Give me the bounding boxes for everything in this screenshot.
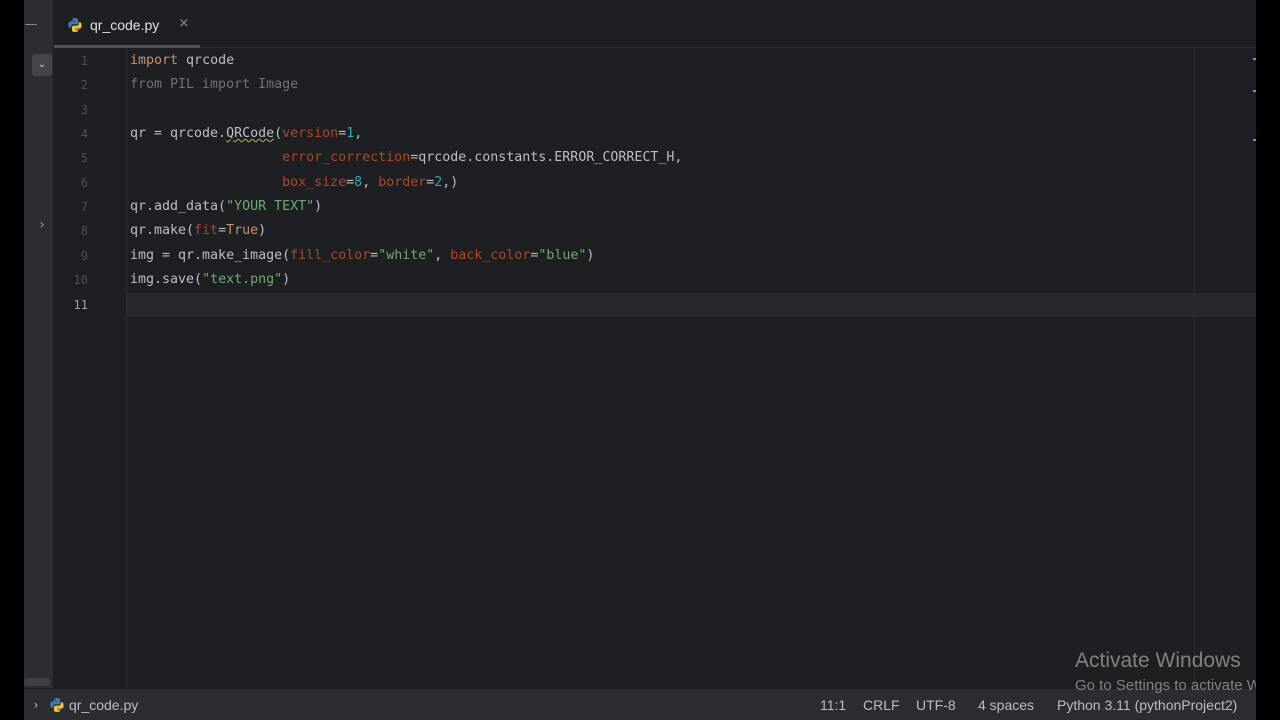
file-encoding[interactable]: UTF-8 xyxy=(916,696,956,714)
code-line[interactable]: 9 img = qr.make_image(fill_color="white",… xyxy=(54,244,1256,268)
code-text: qr.add_data("YOUR TEXT") xyxy=(130,195,322,219)
code-token: "white" xyxy=(378,247,435,263)
minimize-icon[interactable]: — xyxy=(24,18,38,32)
code-line[interactable]: 6 box_size=8, border=2,) xyxy=(54,171,1256,195)
expand-panel-icon[interactable]: › xyxy=(36,216,48,234)
code-token: border xyxy=(378,174,427,190)
code-token: fill_color xyxy=(290,247,371,263)
code-text: qr.make(fit=True) xyxy=(130,219,266,243)
code-token: = xyxy=(338,126,347,142)
code-token: True xyxy=(226,223,259,239)
code-line[interactable]: 8 qr.make(fit=True) xyxy=(54,219,1256,243)
code-token: "blue" xyxy=(538,247,587,263)
code-token: img = qr.make_image( xyxy=(130,247,291,263)
line-number: 3 xyxy=(80,102,88,117)
left-tool-strip xyxy=(24,0,54,688)
code-token: fit xyxy=(194,223,219,239)
code-token: error_correction xyxy=(282,150,411,166)
code-text: img = qr.make_image(fill_color="white", … xyxy=(130,244,594,268)
line-separator[interactable]: CRLF xyxy=(863,696,900,714)
watermark-subtitle: Go to Settings to activate Windows. xyxy=(1075,677,1256,694)
code-token: box_size xyxy=(282,174,347,190)
python-file-icon xyxy=(50,698,64,712)
fold-chevron-icon[interactable]: ⌄ xyxy=(32,54,52,76)
line-number: 6 xyxy=(80,175,88,190)
warning-stripe-marker[interactable] xyxy=(1253,90,1256,92)
code-text: import qrcode xyxy=(130,49,234,73)
code-line[interactable]: 5 error_correction=qrcode.constants.ERRO… xyxy=(54,146,1256,170)
code-token: = xyxy=(218,223,227,239)
code-token: = xyxy=(346,174,355,190)
code-token: 8 xyxy=(354,174,363,190)
line-number: 5 xyxy=(80,151,88,166)
code-text: from PIL import Image xyxy=(130,73,298,97)
activation-watermark: Activate Windows Go to Settings to activ… xyxy=(1075,648,1256,694)
code-token: ) xyxy=(282,272,291,288)
breadcrumb-file[interactable]: qr_code.py xyxy=(69,696,138,714)
code-line[interactable]: 1 import qrcode xyxy=(54,49,1256,73)
indent-setting[interactable]: 4 spaces xyxy=(978,696,1034,714)
editor-tab-bar: qr_code.py × ⋮ xyxy=(54,0,1256,48)
code-token: qrcode xyxy=(178,53,235,68)
line-number: 8 xyxy=(80,224,88,239)
close-icon[interactable]: × xyxy=(178,16,190,32)
code-line[interactable]: 7 qr.add_data("YOUR TEXT") xyxy=(54,195,1256,219)
warning-stripe-marker[interactable] xyxy=(1253,139,1256,141)
caret-position[interactable]: 11:1 xyxy=(820,696,846,714)
line-number: 11 xyxy=(73,297,88,312)
code-token: from PIL import Image xyxy=(130,77,299,93)
code-token: img.save( xyxy=(130,272,203,288)
line-number: 9 xyxy=(80,248,88,263)
line-number: 4 xyxy=(80,127,88,142)
python-file-icon xyxy=(68,18,82,32)
code-line[interactable]: 4 qr = qrcode.QRCode(version=1, xyxy=(54,122,1256,146)
code-token: ) xyxy=(586,247,595,263)
warning-stripe-marker[interactable] xyxy=(1253,58,1256,60)
code-text: box_size=8, border=2,) xyxy=(130,171,458,195)
code-text: error_correction=qrcode.constants.ERROR_… xyxy=(130,146,682,170)
code-line[interactable]: 10 img.save("text.png") xyxy=(54,268,1256,292)
code-token: , xyxy=(434,247,451,263)
python-interpreter[interactable]: Python 3.11 (pythonProject2) xyxy=(1057,696,1256,714)
code-line[interactable]: 11 xyxy=(54,293,1256,317)
code-text: img.save("text.png") xyxy=(130,268,290,292)
horizontal-scrollbar[interactable] xyxy=(24,678,50,686)
code-token: qr.make( xyxy=(130,223,195,239)
code-token: , xyxy=(362,174,379,190)
code-token: = xyxy=(370,247,379,263)
code-token: ,) xyxy=(442,174,459,190)
code-token: ( xyxy=(274,126,283,142)
tab-label: qr_code.py xyxy=(90,17,160,33)
line-number: 2 xyxy=(80,78,88,93)
code-editor[interactable]: 1 import qrcode 2 from PIL import Image 3 4 qr… xyxy=(54,48,1256,688)
code-token: "YOUR TEXT" xyxy=(226,199,315,215)
code-token: , xyxy=(354,126,363,142)
code-token: "text.png" xyxy=(202,272,283,288)
code-token: ) xyxy=(258,223,267,239)
status-bar: › qr_code.py 11:1 CRLF UTF-8 4 spaces Py… xyxy=(24,688,1256,720)
code-token: ) xyxy=(314,199,323,215)
line-number: 10 xyxy=(73,273,88,288)
code-token: version xyxy=(282,126,339,142)
code-line[interactable]: 2 from PIL import Image xyxy=(54,73,1256,97)
code-token: back_color xyxy=(450,247,531,263)
tab-qr-code-py[interactable]: qr_code.py × xyxy=(54,0,200,48)
code-token: qr.add_data( xyxy=(130,199,227,215)
code-token: qr = qrcode. xyxy=(130,126,227,142)
line-number: 1 xyxy=(80,54,88,68)
breadcrumb-chevron-icon[interactable]: › xyxy=(30,697,42,713)
code-token: import xyxy=(130,53,179,68)
code-line[interactable]: 3 xyxy=(54,98,1256,122)
code-text: qr = qrcode.QRCode(version=1, xyxy=(130,122,362,146)
code-token: QRCode xyxy=(226,126,275,142)
ide-window: — ⌄ › qr_code.py × ⋮ 1 import qrcode 2 from… xyxy=(0,0,1280,720)
code-token: =qrcode.constants.ERROR_CORRECT_H, xyxy=(410,150,683,166)
line-number: 7 xyxy=(80,200,88,215)
watermark-title: Activate Windows xyxy=(1075,649,1241,672)
